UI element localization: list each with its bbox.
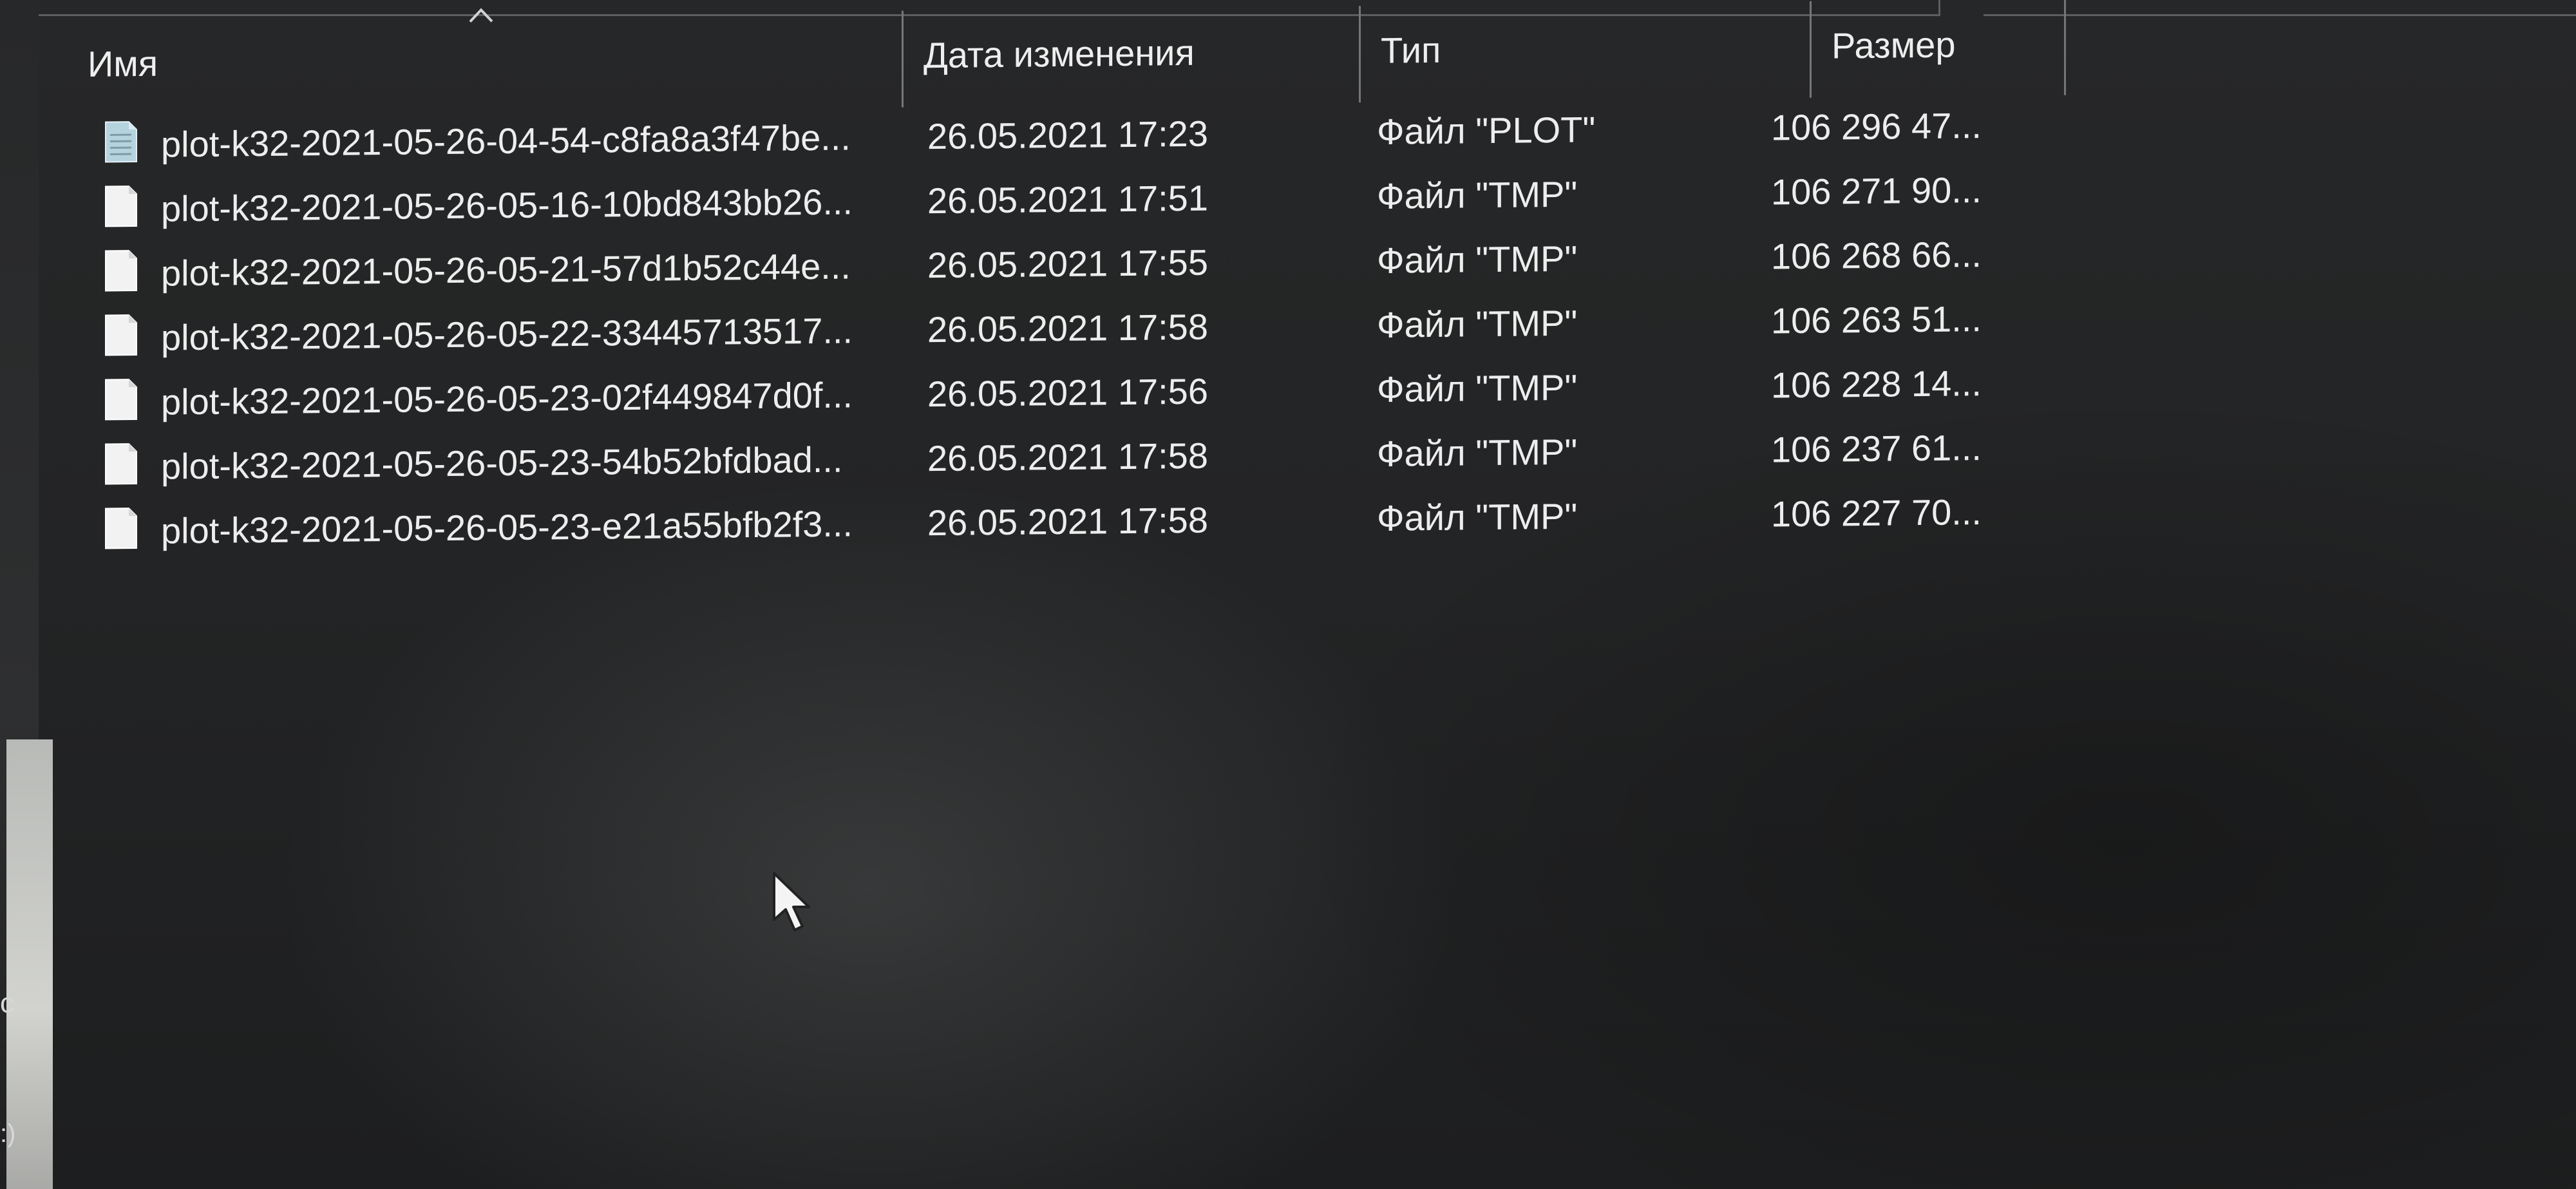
file-list: Имя Дата изменения Тип Размер plot-k32-2…	[77, 0, 2576, 1189]
file-type: Файл "TMP"	[1377, 431, 1578, 474]
file-icon	[105, 508, 137, 549]
file-type: Файл "TMP"	[1377, 495, 1578, 538]
file-name: plot-k32-2021-05-26-05-21-57d1b52c44e...	[161, 245, 851, 294]
navigation-pane-fragment: c :)	[0, 966, 16, 1159]
file-type: Файл "TMP"	[1377, 238, 1578, 281]
file-name: plot-k32-2021-05-26-05-23-54b52bfdbad...	[161, 439, 843, 487]
screen: c :) Имя Дата изменения Тип Размер plot-…	[0, 0, 2576, 1189]
file-name: plot-k32-2021-05-26-05-23-02f449847d0f..…	[161, 374, 853, 423]
column-separator[interactable]	[1810, 1, 1812, 98]
file-icon	[105, 185, 137, 227]
file-type: Файл "PLOT"	[1377, 109, 1596, 152]
column-separator[interactable]	[2064, 0, 2066, 95]
file-name: plot-k32-2021-05-26-04-54-c8fa8a3f47be..…	[161, 117, 851, 165]
file-name: plot-k32-2021-05-26-05-23-e21a55bfb2f3..…	[161, 503, 853, 551]
file-date: 26.05.2021 17:58	[927, 435, 1208, 479]
file-size: 106 271 90...	[1771, 169, 1982, 213]
file-date: 26.05.2021 17:55	[927, 242, 1208, 286]
file-icon	[105, 443, 137, 485]
file-icon	[105, 379, 137, 421]
nav-fragment-paren: :)	[0, 1119, 16, 1148]
column-separator[interactable]	[902, 10, 904, 108]
mouse-pointer-icon	[773, 872, 810, 931]
column-header-name[interactable]: Имя	[77, 27, 892, 93]
column-header-date[interactable]: Дата изменения	[913, 21, 1422, 84]
file-date: 26.05.2021 17:58	[927, 306, 1208, 350]
column-header-size[interactable]: Размер	[1821, 14, 2098, 75]
column-header-type[interactable]: Тип	[1370, 17, 1808, 80]
file-size: 106 227 70...	[1771, 491, 1982, 535]
file-icon	[105, 250, 137, 292]
file-size: 106 296 47...	[1771, 105, 1982, 148]
file-date: 26.05.2021 17:56	[927, 370, 1208, 415]
file-type: Файл "TMP"	[1377, 302, 1578, 345]
file-name: plot-k32-2021-05-26-05-22-33445713517...	[161, 310, 853, 358]
file-type: Файл "TMP"	[1377, 366, 1578, 410]
file-name: plot-k32-2021-05-26-05-16-10bd843bb26...	[161, 181, 853, 229]
file-icon	[105, 314, 137, 356]
file-size: 106 263 51...	[1771, 298, 1982, 341]
file-type: Файл "TMP"	[1377, 173, 1578, 216]
chevron-up-icon[interactable]	[468, 5, 495, 25]
file-date: 26.05.2021 17:51	[927, 177, 1208, 222]
file-date: 26.05.2021 17:58	[927, 499, 1208, 544]
nav-fragment-c: c	[0, 987, 14, 1019]
file-size: 106 237 61...	[1771, 427, 1982, 470]
column-separator[interactable]	[1359, 6, 1361, 103]
file-size: 106 228 14...	[1771, 363, 1982, 406]
plot-file-icon	[105, 121, 137, 163]
file-size: 106 268 66...	[1771, 234, 1982, 277]
file-date: 26.05.2021 17:23	[927, 113, 1208, 157]
